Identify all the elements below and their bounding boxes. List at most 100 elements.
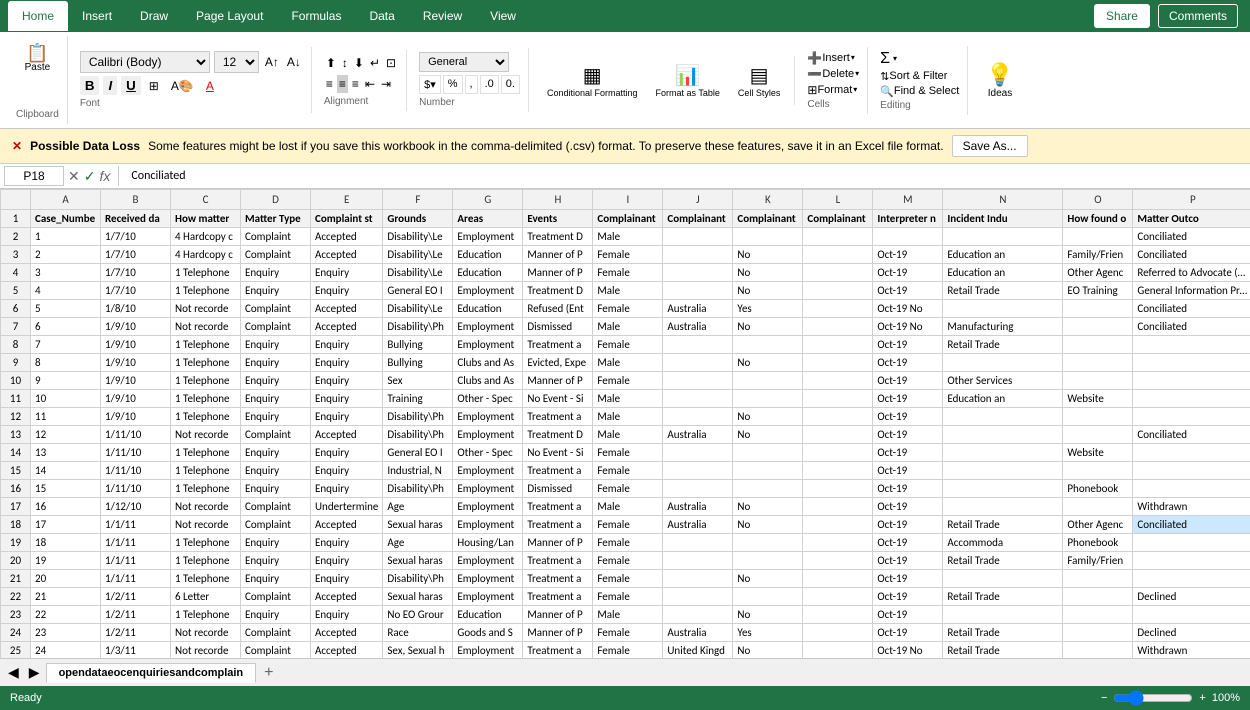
cell-L25[interactable]: [803, 642, 873, 659]
cell-E8[interactable]: Enquiry: [311, 336, 383, 354]
cell-M10[interactable]: Oct-19: [873, 372, 943, 390]
cell-B6[interactable]: 1/8/10: [101, 300, 171, 318]
cell-A8[interactable]: 7: [31, 336, 101, 354]
cell-M3[interactable]: Oct-19: [873, 246, 943, 264]
cell-L15[interactable]: [803, 462, 873, 480]
cell-I20[interactable]: Female: [593, 552, 663, 570]
cell-J5[interactable]: [663, 282, 733, 300]
cell-L22[interactable]: [803, 588, 873, 606]
cell-C16[interactable]: 1 Telephone: [171, 480, 241, 498]
cell-E22[interactable]: Accepted: [311, 588, 383, 606]
ribbon-tab-home[interactable]: Home: [8, 1, 68, 31]
ribbon-tab-formulas[interactable]: Formulas: [277, 1, 355, 31]
cell-C10[interactable]: 1 Telephone: [171, 372, 241, 390]
decrease-font-icon[interactable]: A↓: [285, 53, 303, 71]
cell-A9[interactable]: 8: [31, 354, 101, 372]
cell-P20[interactable]: [1133, 552, 1250, 570]
cell-L19[interactable]: [803, 534, 873, 552]
cell-H15[interactable]: Treatment a: [523, 462, 593, 480]
cell-B13[interactable]: 1/11/10: [101, 426, 171, 444]
cell-O11[interactable]: Website: [1063, 390, 1133, 408]
cell-P4[interactable]: Referred to Advocate (to Assist with EO/…: [1133, 264, 1250, 282]
cell-F17[interactable]: Age: [383, 498, 453, 516]
cell-I5[interactable]: Male: [593, 282, 663, 300]
cell-H17[interactable]: Treatment a: [523, 498, 593, 516]
percent-button[interactable]: %: [443, 75, 463, 94]
cell-D12[interactable]: Enquiry: [241, 408, 311, 426]
cell-B7[interactable]: 1/9/10: [101, 318, 171, 336]
cell-F21[interactable]: Disability\Ph: [383, 570, 453, 588]
cell-F11[interactable]: Training: [383, 390, 453, 408]
cell-D15[interactable]: Enquiry: [241, 462, 311, 480]
cell-G19[interactable]: Housing/Lan: [453, 534, 523, 552]
cell-F19[interactable]: Age: [383, 534, 453, 552]
cell-G22[interactable]: Employment: [453, 588, 523, 606]
cell-M17[interactable]: Oct-19: [873, 498, 943, 516]
cell-A20[interactable]: 19: [31, 552, 101, 570]
cell-D14[interactable]: Enquiry: [241, 444, 311, 462]
decimal-increase-button[interactable]: .0: [480, 75, 499, 94]
cell-K5[interactable]: No: [733, 282, 803, 300]
cell-G21[interactable]: Employment: [453, 570, 523, 588]
cell-C21[interactable]: 1 Telephone: [171, 570, 241, 588]
cell-P17[interactable]: Withdrawn: [1133, 498, 1250, 516]
cell-D2[interactable]: Complaint: [241, 228, 311, 246]
cell-F16[interactable]: Disability\Ph: [383, 480, 453, 498]
cell-P8[interactable]: [1133, 336, 1250, 354]
sort-filter-button[interactable]: ⇅ Sort & Filter: [880, 70, 959, 83]
cell-P16[interactable]: [1133, 480, 1250, 498]
format-as-table-button[interactable]: 📊 Format as Table: [650, 60, 726, 101]
cell-J8[interactable]: [663, 336, 733, 354]
paste-button[interactable]: 📋 Paste: [17, 40, 57, 77]
zoom-in-icon[interactable]: +: [1199, 692, 1205, 704]
currency-button[interactable]: $▾: [419, 75, 441, 94]
delete-button[interactable]: ➖ Delete ▾: [807, 67, 859, 81]
cell-O17[interactable]: [1063, 498, 1133, 516]
cell-C12[interactable]: 1 Telephone: [171, 408, 241, 426]
formula-input[interactable]: [127, 167, 1246, 185]
cell-O18[interactable]: Other Agenc: [1063, 516, 1133, 534]
cell-K21[interactable]: No: [733, 570, 803, 588]
cell-K20[interactable]: [733, 552, 803, 570]
cell-H11[interactable]: No Event - Si: [523, 390, 593, 408]
cell-M22[interactable]: Oct-19: [873, 588, 943, 606]
cell-F5[interactable]: General EO I: [383, 282, 453, 300]
align-bottom-icon[interactable]: ⬇: [352, 54, 366, 72]
cell-E25[interactable]: Accepted: [311, 642, 383, 659]
zoom-out-icon[interactable]: −: [1101, 692, 1107, 704]
col-header-label-D[interactable]: Matter Type: [241, 210, 311, 228]
cell-M2[interactable]: [873, 228, 943, 246]
insert-dropdown-icon[interactable]: ▾: [851, 53, 855, 62]
cell-J12[interactable]: [663, 408, 733, 426]
cell-G4[interactable]: Education: [453, 264, 523, 282]
cell-E19[interactable]: Enquiry: [311, 534, 383, 552]
cell-P11[interactable]: [1133, 390, 1250, 408]
cell-E23[interactable]: Enquiry: [311, 606, 383, 624]
font-color-button[interactable]: A: [202, 77, 218, 95]
cell-A7[interactable]: 6: [31, 318, 101, 336]
cell-B22[interactable]: 1/2/11: [101, 588, 171, 606]
cell-M19[interactable]: Oct-19: [873, 534, 943, 552]
cell-D25[interactable]: Complaint: [241, 642, 311, 659]
cell-M24[interactable]: Oct-19: [873, 624, 943, 642]
cell-F20[interactable]: Sexual haras: [383, 552, 453, 570]
cell-D10[interactable]: Enquiry: [241, 372, 311, 390]
cell-E16[interactable]: Enquiry: [311, 480, 383, 498]
cell-C9[interactable]: 1 Telephone: [171, 354, 241, 372]
cell-A4[interactable]: 3: [31, 264, 101, 282]
cell-N8[interactable]: Retail Trade: [943, 336, 1063, 354]
cell-G24[interactable]: Goods and S: [453, 624, 523, 642]
cell-E18[interactable]: Accepted: [311, 516, 383, 534]
cell-P6[interactable]: Conciliated: [1133, 300, 1250, 318]
cell-B19[interactable]: 1/1/11: [101, 534, 171, 552]
cell-C14[interactable]: 1 Telephone: [171, 444, 241, 462]
cell-M5[interactable]: Oct-19: [873, 282, 943, 300]
cell-M6[interactable]: Oct-19 No: [873, 300, 943, 318]
ribbon-tab-draw[interactable]: Draw: [126, 1, 182, 31]
cell-F9[interactable]: Bullying: [383, 354, 453, 372]
cell-O4[interactable]: Other Agenc: [1063, 264, 1133, 282]
cell-I25[interactable]: Female: [593, 642, 663, 659]
cell-G20[interactable]: Employment: [453, 552, 523, 570]
cell-E20[interactable]: Enquiry: [311, 552, 383, 570]
cell-D11[interactable]: Enquiry: [241, 390, 311, 408]
